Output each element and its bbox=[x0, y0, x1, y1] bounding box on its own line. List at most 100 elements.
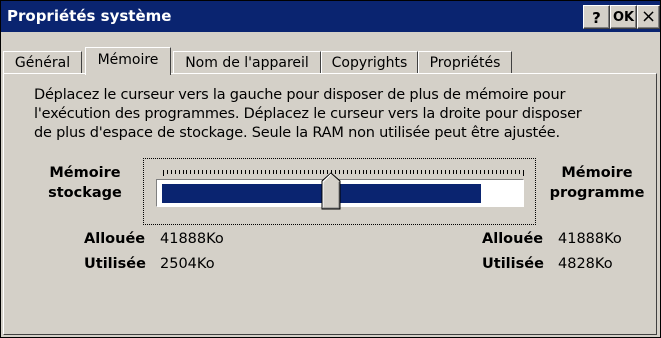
slider-tick bbox=[194, 170, 195, 174]
slider-tick bbox=[500, 170, 501, 174]
slider-tick bbox=[359, 170, 360, 174]
slider-tick bbox=[261, 170, 262, 174]
slider-tick bbox=[492, 170, 493, 174]
slider-tick bbox=[269, 170, 270, 174]
slider-tick bbox=[316, 170, 317, 174]
slider-tick bbox=[472, 170, 473, 174]
slider-tick bbox=[453, 170, 454, 174]
slider-tick bbox=[222, 170, 223, 174]
program-memory-label: Mémoire programme bbox=[544, 163, 650, 203]
slider-tick bbox=[308, 170, 309, 174]
slider-tick bbox=[441, 170, 442, 174]
storage-used-label: Utilisée bbox=[84, 256, 146, 272]
slider-tick bbox=[296, 170, 297, 174]
slider-tick bbox=[519, 170, 520, 174]
slider-tick bbox=[507, 170, 508, 174]
slider-tick bbox=[429, 170, 430, 174]
memory-slider[interactable] bbox=[143, 158, 536, 225]
slider-thumb[interactable] bbox=[321, 172, 341, 210]
memory-description: Déplacez le curseur vers la gauche pour … bbox=[34, 86, 644, 143]
slider-tick bbox=[390, 170, 391, 174]
slider-tick bbox=[183, 170, 184, 174]
slider-tick bbox=[226, 170, 227, 174]
description-line: l'exécution des programmes. Déplacez le … bbox=[34, 106, 582, 122]
slider-tick bbox=[249, 170, 250, 174]
slider-tick bbox=[496, 170, 497, 174]
slider-tick bbox=[257, 170, 258, 174]
program-used-label: Utilisée bbox=[482, 256, 544, 272]
slider-tick bbox=[363, 170, 364, 174]
slider-tick bbox=[214, 170, 215, 174]
slider-tick bbox=[167, 170, 168, 174]
slider-tick bbox=[421, 170, 422, 174]
slider-tick bbox=[202, 170, 203, 174]
program-label-line2: programme bbox=[549, 185, 645, 201]
slider-tick bbox=[280, 170, 281, 174]
slider-tick bbox=[394, 170, 395, 174]
slider-tick bbox=[386, 170, 387, 174]
slider-tick bbox=[413, 170, 414, 174]
slider-tick bbox=[437, 170, 438, 174]
slider-ticks bbox=[163, 170, 533, 176]
slider-tick bbox=[206, 170, 207, 174]
tab-nom-appareil[interactable]: Nom de l'appareil bbox=[173, 51, 321, 74]
slider-tick bbox=[253, 170, 254, 174]
slider-tick bbox=[179, 170, 180, 174]
slider-tick bbox=[456, 170, 457, 174]
slider-tick bbox=[198, 170, 199, 174]
description-line: de plus d'espace de stockage. Seule la R… bbox=[34, 125, 560, 141]
storage-used-value: 2504Ko bbox=[160, 256, 215, 272]
slider-tick bbox=[476, 170, 477, 174]
tab-general[interactable]: Général bbox=[3, 51, 82, 74]
help-button[interactable]: ? bbox=[583, 5, 610, 29]
slider-tick bbox=[186, 170, 187, 174]
slider-tick bbox=[460, 170, 461, 174]
ok-button[interactable]: OK bbox=[610, 5, 637, 29]
slider-tick bbox=[218, 170, 219, 174]
tab-memoire[interactable]: Mémoire bbox=[85, 47, 171, 75]
description-line: Déplacez le curseur vers la gauche pour … bbox=[34, 87, 566, 103]
close-button[interactable]: × bbox=[637, 5, 660, 29]
slider-tick bbox=[237, 170, 238, 174]
storage-allocated-label: Allouée bbox=[84, 231, 146, 247]
slider-tick bbox=[464, 170, 465, 174]
tab-proprietes[interactable]: Propriétés bbox=[418, 51, 512, 74]
slider-tick bbox=[398, 170, 399, 174]
slider-tick bbox=[351, 170, 352, 174]
program-allocated-label: Allouée bbox=[482, 231, 544, 247]
slider-tick bbox=[265, 170, 266, 174]
slider-tick bbox=[445, 170, 446, 174]
slider-tick bbox=[515, 170, 516, 174]
slider-tick bbox=[163, 170, 164, 176]
title-bar[interactable]: Propriétés système ? OK × bbox=[1, 1, 660, 32]
storage-memory-label: Mémoire stockage bbox=[42, 163, 128, 203]
program-allocated-value: 41888Ko bbox=[558, 231, 622, 247]
slider-tick bbox=[378, 170, 379, 174]
storage-label-line1: Mémoire bbox=[49, 165, 121, 181]
slider-tick bbox=[276, 170, 277, 174]
slider-tick bbox=[312, 170, 313, 174]
tab-copyrights[interactable]: Copyrights bbox=[321, 51, 418, 74]
slider-tick bbox=[284, 170, 285, 174]
slider-tick bbox=[241, 170, 242, 174]
slider-tick bbox=[449, 170, 450, 174]
slider-tick bbox=[425, 170, 426, 174]
memory-panel: Déplacez le curseur vers la gauche pour … bbox=[3, 73, 657, 335]
slider-tick bbox=[292, 170, 293, 174]
slider-tick bbox=[366, 170, 367, 174]
slider-tick bbox=[304, 170, 305, 174]
slider-tick bbox=[410, 170, 411, 174]
storage-allocated-value: 41888Ko bbox=[160, 231, 224, 247]
slider-tick bbox=[230, 170, 231, 174]
slider-tick bbox=[484, 170, 485, 174]
slider-tick bbox=[175, 170, 176, 174]
slider-tick bbox=[233, 170, 234, 174]
window-title: Propriétés système bbox=[7, 7, 172, 25]
slider-tick bbox=[300, 170, 301, 174]
slider-tick bbox=[417, 170, 418, 174]
slider-tick bbox=[288, 170, 289, 174]
slider-tick bbox=[245, 170, 246, 174]
slider-tick bbox=[210, 170, 211, 174]
slider-tick bbox=[190, 170, 191, 174]
slider-tick bbox=[347, 170, 348, 174]
